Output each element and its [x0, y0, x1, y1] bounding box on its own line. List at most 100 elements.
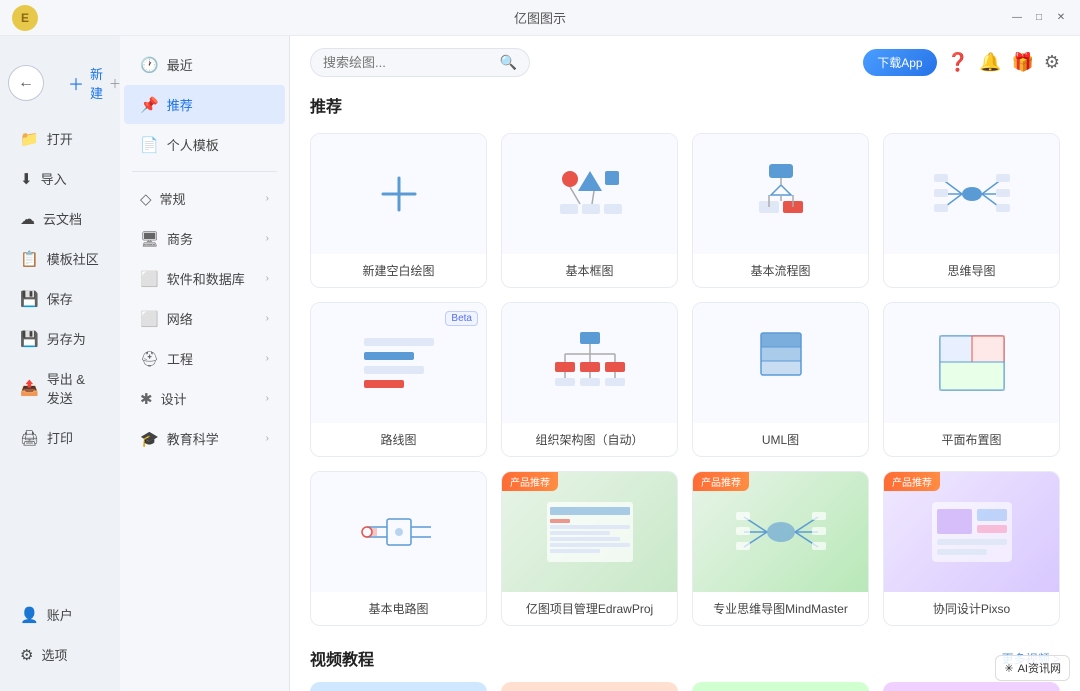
watermark-icon: ✳ — [1004, 662, 1013, 675]
template-label-uml: UML图 — [693, 423, 868, 456]
user-avatar[interactable]: E — [12, 5, 38, 31]
maximize-button[interactable]: □ — [1032, 11, 1046, 25]
download-app-button[interactable]: 下载App — [863, 49, 936, 76]
minimize-button[interactable]: — — [1010, 11, 1024, 25]
new-label: 新建 — [90, 64, 103, 102]
sidebar-item-open[interactable]: 📁打开 — [4, 119, 116, 158]
mid-nav-cat-education[interactable]: 🎓教育科学› — [124, 419, 285, 458]
general-label: 常规 — [160, 189, 186, 208]
video-card-2[interactable] — [692, 682, 869, 691]
software-label: 软件和数据库 — [167, 269, 245, 288]
template-icon: 📋 — [20, 250, 39, 268]
cloud-label: 云文档 — [43, 209, 82, 228]
search-box[interactable]: 🔍 — [310, 48, 530, 77]
template-image-org-chart — [502, 303, 677, 423]
sidebar-item-saveas[interactable]: 💾另存为 — [4, 319, 116, 358]
watermark: ✳ AI资讯网 — [995, 655, 1070, 681]
sidebar-items: 📁打开⬇导入 ☁ 云文档 📋模板社区💾保存💾另存为📤导出 & 发送🖨打印 — [0, 119, 120, 457]
mid-nav-item-personal[interactable]: 📄个人模板 — [124, 125, 285, 164]
engineering-arrow-icon: › — [266, 353, 269, 364]
template-card-route[interactable]: Beta路线图 — [310, 302, 487, 457]
settings-button[interactable]: ⚙ — [1044, 52, 1060, 73]
saveas-label: 另存为 — [47, 329, 86, 348]
template-image-floor-plan — [884, 303, 1059, 423]
template-card-mindmap[interactable]: 思维导图 — [883, 133, 1060, 288]
mid-nav-divider — [132, 171, 277, 172]
sidebar-item-print[interactable]: 🖨打印 — [4, 418, 116, 457]
video-card-1[interactable] — [501, 682, 678, 691]
sidebar-bottom-items: 👤账户⚙选项 — [0, 595, 120, 674]
template-label-new-blank: 新建空白绘图 — [311, 254, 486, 287]
plus-icon: ＋ — [68, 71, 84, 95]
education-arrow-icon: › — [266, 433, 269, 444]
mid-nav-cat-engineering[interactable]: ⛑工程› — [124, 339, 285, 378]
sidebar-item-cloud[interactable]: ☁ 云文档 — [4, 199, 116, 238]
header-actions: 下载App ❓ 🔔 🎁 ⚙ — [863, 49, 1060, 76]
sidebar-item-export[interactable]: 📤导出 & 发送 — [4, 359, 116, 417]
sidebar-item-save[interactable]: 💾保存 — [4, 279, 116, 318]
template-card-new-blank[interactable]: 新建空白绘图 — [310, 133, 487, 288]
template-image-circuit — [311, 472, 486, 592]
template-card-edrawproj[interactable]: 产品推荐亿图项目管理EdrawProj — [501, 471, 678, 626]
sidebar-item-import[interactable]: ⬇导入 — [4, 159, 116, 198]
search-input[interactable] — [323, 55, 492, 70]
options-label: 选项 — [41, 645, 67, 664]
open-icon: 📁 — [20, 130, 39, 148]
recommend-section-title: 推荐 — [310, 93, 1060, 117]
template-card-circuit[interactable]: 基本电路图 — [310, 471, 487, 626]
titlebar: E 亿图图示 — □ ✕ — [0, 0, 1080, 36]
cloud-icon: ☁ — [20, 210, 35, 228]
template-label-basic-frame: 基本框图 — [502, 254, 677, 287]
sidebar-item-options[interactable]: ⚙选项 — [4, 635, 116, 674]
engineering-icon: ⛑ — [140, 350, 159, 368]
network-arrow-icon: › — [266, 313, 269, 324]
general-arrow-icon: › — [266, 193, 269, 204]
template-label-circuit: 基本电路图 — [311, 592, 486, 625]
template-label-basic-flow: 基本流程图 — [693, 254, 868, 287]
template-card-mindmaster[interactable]: 产品推荐专业思维导图MindMaster — [692, 471, 869, 626]
video-card-3[interactable] — [883, 682, 1060, 691]
mid-nav-cat-network[interactable]: ⬜网络› — [124, 299, 285, 338]
badge-pixso: 产品推荐 — [884, 472, 940, 491]
template-label-floor-plan: 平面布置图 — [884, 423, 1059, 456]
search-icon: 🔍 — [500, 54, 517, 71]
mid-nav-cat-software[interactable]: ⬜软件和数据库› — [124, 259, 285, 298]
education-icon: 🎓 — [140, 430, 159, 448]
design-arrow-icon: › — [266, 393, 269, 404]
back-button[interactable]: ← — [8, 65, 44, 101]
mid-nav-item-recommended[interactable]: 📌推荐 — [124, 85, 285, 124]
badge-mindmaster: 产品推荐 — [693, 472, 749, 491]
mid-nav-categories: ◇常规›🖥商务›⬜软件和数据库›⬜网络›⛑工程›✱设计›🎓教育科学› — [120, 178, 289, 459]
bell-button[interactable]: 🔔 — [979, 52, 1001, 73]
recommended-icon: 📌 — [140, 96, 159, 114]
mid-nav-item-recent[interactable]: 🕐最近 — [124, 45, 285, 84]
template-card-pixso[interactable]: 产品推荐协同设计Pixso — [883, 471, 1060, 626]
import-label: 导入 — [41, 169, 67, 188]
content-area: 🔍 下载App ❓ 🔔 🎁 ⚙ 推荐 新建空白绘图基本框图基本流程图思维导图 Be… — [290, 36, 1080, 691]
template-image-route: Beta — [311, 303, 486, 423]
sidebar-item-account[interactable]: 👤账户 — [4, 595, 116, 634]
badge-edrawproj: 产品推荐 — [502, 472, 558, 491]
template-card-uml[interactable]: UML图 — [692, 302, 869, 457]
help-button[interactable]: ❓ — [947, 52, 969, 73]
template-card-basic-flow[interactable]: 基本流程图 — [692, 133, 869, 288]
template-card-floor-plan[interactable]: 平面布置图 — [883, 302, 1060, 457]
template-card-org-chart[interactable]: 组织架构图（自动） — [501, 302, 678, 457]
template-grid: 新建空白绘图基本框图基本流程图思维导图 Beta路线图组织架构图（自动） UML图平… — [310, 133, 1060, 626]
video-card-0[interactable] — [310, 682, 487, 691]
mid-nav-cat-general[interactable]: ◇常规› — [124, 179, 285, 218]
export-label: 导出 & 发送 — [47, 369, 100, 407]
gift-button[interactable]: 🎁 — [1011, 52, 1033, 73]
close-button[interactable]: ✕ — [1054, 11, 1068, 25]
recent-icon: 🕐 — [140, 56, 159, 74]
main-container: ← ＋ 新建 ＋ 📁打开⬇导入☁云文档📋模板社区💾保存💾另存为📤导出 & 发送🖨… — [0, 36, 1080, 691]
mid-nav-cat-business[interactable]: 🖥商务› — [124, 219, 285, 258]
template-card-basic-frame[interactable]: 基本框图 — [501, 133, 678, 288]
design-icon: ✱ — [140, 390, 153, 408]
print-label: 打印 — [47, 428, 73, 447]
sidebar-item-template[interactable]: 📋模板社区 — [4, 239, 116, 278]
design-label: 设计 — [161, 389, 187, 408]
business-label: 商务 — [167, 229, 193, 248]
mid-nav-cat-design[interactable]: ✱ 设计 › — [124, 379, 285, 418]
mid-nav-top-items: 🕐最近📌推荐📄个人模板 — [120, 44, 289, 165]
